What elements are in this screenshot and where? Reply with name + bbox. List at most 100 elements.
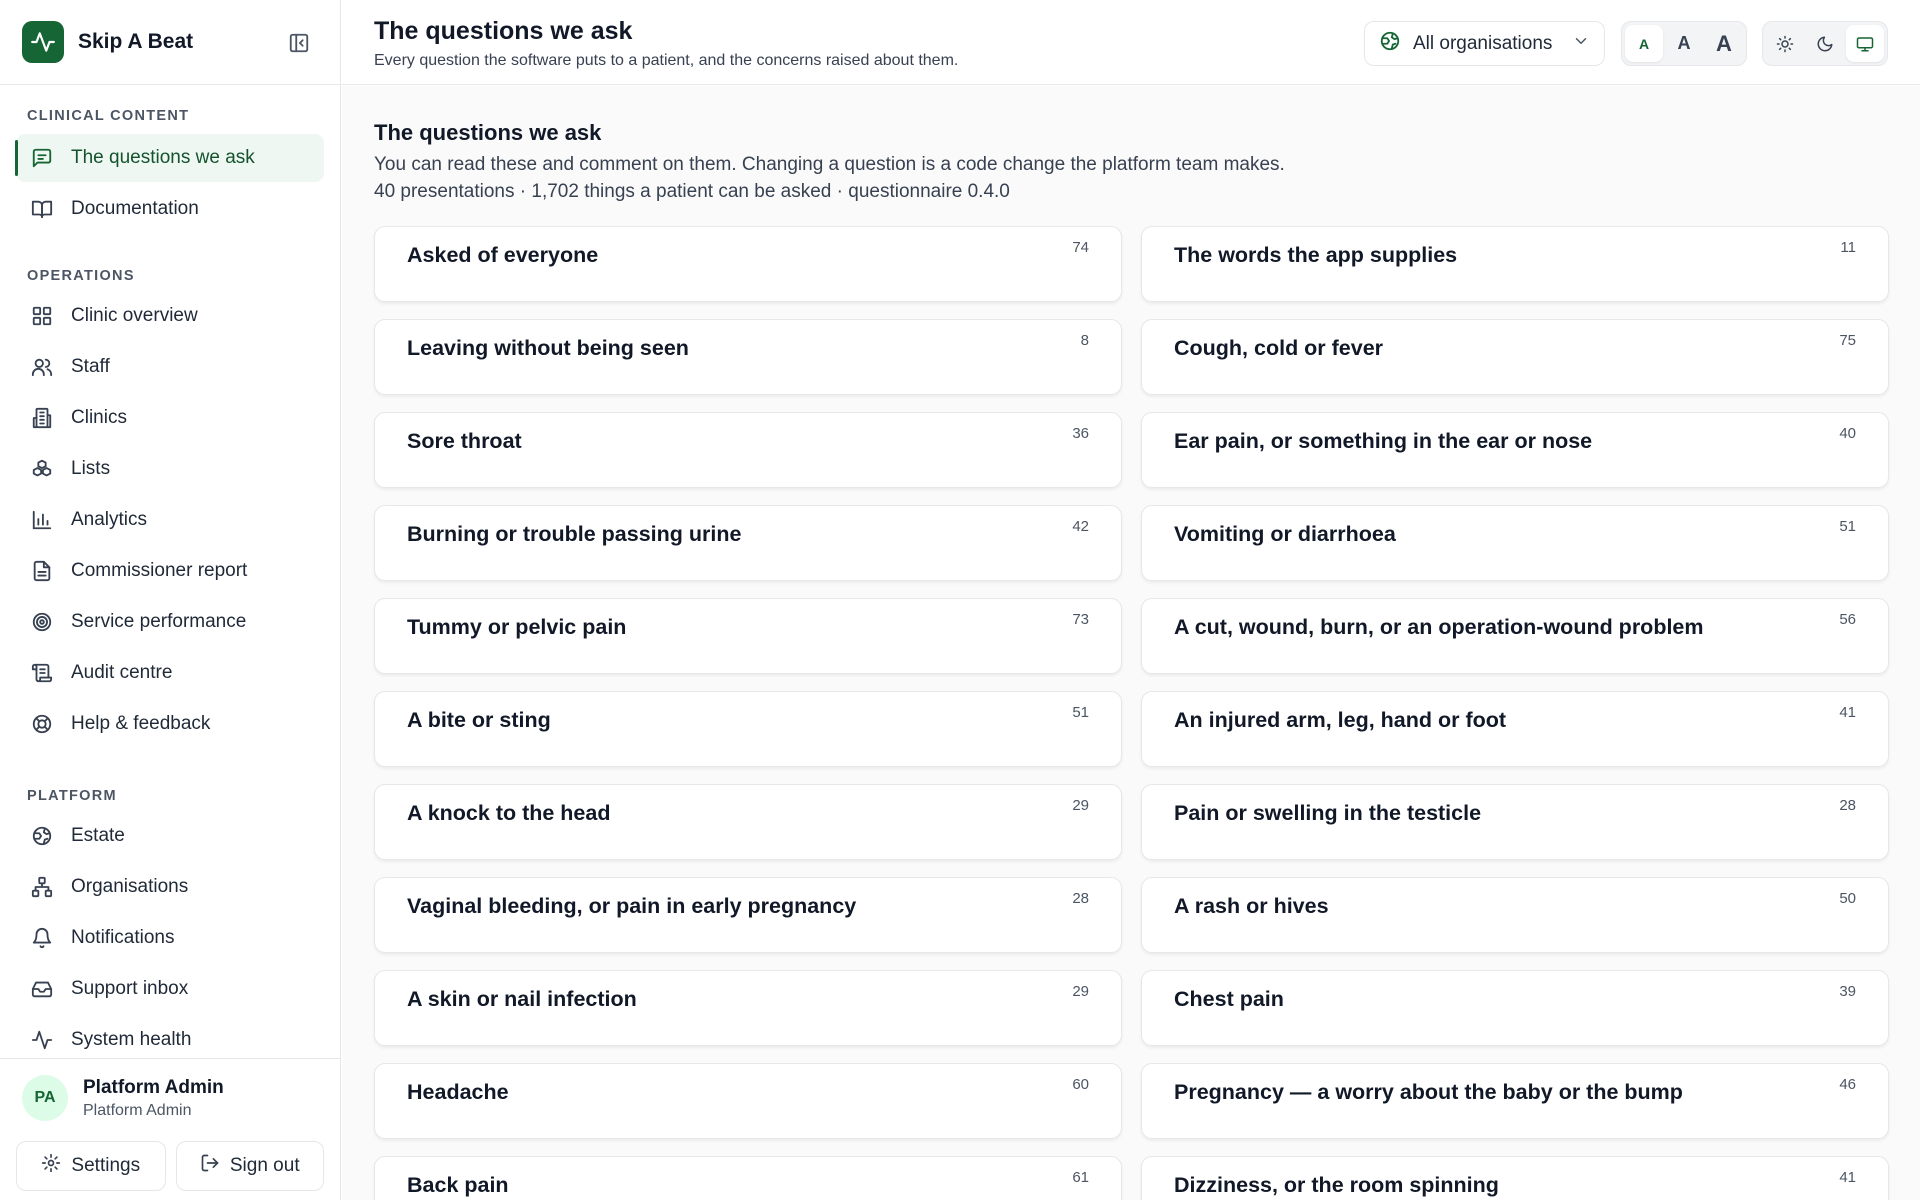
presentation-card-count: 61 — [1072, 1169, 1089, 1186]
sidebar-item-service-performance[interactable]: Service performance — [16, 598, 324, 646]
presentation-card[interactable]: Back pain 61 — [374, 1156, 1122, 1200]
presentation-card[interactable]: A cut, wound, burn, or an operation-woun… — [1141, 598, 1889, 674]
sidebar-item-estate[interactable]: Estate — [16, 812, 324, 860]
presentation-card-title: The words the app supplies — [1174, 243, 1458, 267]
sidebar-item-lists[interactable]: Lists — [16, 445, 324, 493]
sidebar-nav: CLINICAL CONTENT The questions we ask Do… — [0, 86, 340, 1058]
file-text-icon — [30, 559, 54, 583]
presentation-card-count: 51 — [1072, 704, 1089, 721]
sidebar-item-analytics[interactable]: Analytics — [16, 496, 324, 544]
sign-out-button[interactable]: Sign out — [175, 1141, 324, 1191]
presentation-card[interactable]: Asked of everyone 74 — [374, 226, 1122, 302]
bell-icon — [30, 926, 54, 950]
section-label-operations: OPERATIONS — [27, 268, 135, 284]
users-icon — [30, 355, 54, 379]
section-title: The questions we ask — [374, 120, 602, 145]
presentation-card[interactable]: Vaginal bleeding, or pain in early pregn… — [374, 877, 1122, 953]
sidebar-item-label: The questions we ask — [71, 147, 255, 168]
sidebar-collapse-icon[interactable] — [286, 30, 312, 56]
globe-icon — [1379, 30, 1401, 58]
gear-icon — [41, 1153, 61, 1179]
sidebar-item-clinics[interactable]: Clinics — [16, 394, 324, 442]
sidebar-item-staff[interactable]: Staff — [16, 343, 324, 391]
presentation-card[interactable]: Chest pain 39 — [1141, 970, 1889, 1046]
organisation-select[interactable]: All organisations — [1364, 21, 1605, 66]
sidebar-item-clinic-overview[interactable]: Clinic overview — [16, 292, 324, 340]
presentation-card-title: Pain or swelling in the testicle — [1174, 801, 1482, 825]
presentation-card[interactable]: Tummy or pelvic pain 73 — [374, 598, 1122, 674]
presentation-card-count: 46 — [1839, 1076, 1856, 1093]
presentation-card[interactable]: A knock to the head 29 — [374, 784, 1122, 860]
sidebar-item-system-health[interactable]: System health — [16, 1016, 324, 1058]
sidebar-item-label: Help & feedback — [71, 713, 211, 734]
presentation-card[interactable]: Burning or trouble passing urine 42 — [374, 505, 1122, 581]
sidebar-item-label: Notifications — [71, 927, 175, 948]
presentation-card[interactable]: Leaving without being seen 8 — [374, 319, 1122, 395]
presentation-card[interactable]: A bite or sting 51 — [374, 691, 1122, 767]
sidebar-item-label: Lists — [71, 458, 111, 479]
presentation-card-count: 11 — [1840, 239, 1856, 256]
sun-icon[interactable] — [1766, 25, 1804, 62]
presentation-card[interactable]: A skin or nail infection 29 — [374, 970, 1122, 1046]
sidebar: Skip A Beat CLINICAL CONTENT The questio… — [0, 0, 341, 1200]
text-size-medium-button[interactable]: A — [1665, 25, 1703, 62]
presentation-card-count: 56 — [1839, 611, 1856, 628]
presentation-card-count: 40 — [1839, 425, 1856, 442]
message-square-icon — [30, 146, 54, 170]
sidebar-item-commissioner-report[interactable]: Commissioner report — [16, 547, 324, 595]
presentation-card[interactable]: Sore throat 36 — [374, 412, 1122, 488]
presentation-card-count: 8 — [1080, 332, 1089, 349]
section-stats: 40 presentations · 1,702 things a patien… — [374, 181, 1010, 202]
section-description: You can read these and comment on them. … — [374, 154, 1285, 175]
presentation-card[interactable]: Pregnancy — a worry about the baby or th… — [1141, 1063, 1889, 1139]
presentation-card[interactable]: A rash or hives 50 — [1141, 877, 1889, 953]
presentation-card[interactable]: An injured arm, leg, hand or foot 41 — [1141, 691, 1889, 767]
sign-out-label: Sign out — [229, 1155, 300, 1176]
monitor-icon[interactable] — [1846, 25, 1884, 62]
presentation-card-title: Sore throat — [407, 429, 522, 453]
sidebar-item-questions[interactable]: The questions we ask — [15, 134, 324, 182]
presentation-card-count: 41 — [1839, 704, 1856, 721]
presentation-card-title: Dizziness, or the room spinning — [1174, 1173, 1499, 1197]
sidebar-item-support-inbox[interactable]: Support inbox — [16, 965, 324, 1013]
presentation-card-count: 51 — [1839, 518, 1856, 535]
presentation-card[interactable]: Headache 60 — [374, 1063, 1122, 1139]
presentation-card-title: Vomiting or diarrhoea — [1174, 522, 1396, 546]
presentation-card-title: Leaving without being seen — [407, 336, 689, 360]
grid-icon — [30, 304, 54, 328]
presentation-card-count: 36 — [1072, 425, 1089, 442]
presentation-card-count: 29 — [1072, 983, 1089, 1000]
presentation-card[interactable]: Dizziness, or the room spinning 41 — [1141, 1156, 1889, 1200]
boxes-icon — [30, 457, 54, 481]
text-size-small-button[interactable]: A — [1625, 25, 1663, 62]
sidebar-item-notifications[interactable]: Notifications — [16, 914, 324, 962]
top-bar: The questions we ask Every question the … — [342, 0, 1920, 85]
sidebar-item-documentation[interactable]: Documentation — [16, 185, 324, 233]
presentation-card-title: Tummy or pelvic pain — [407, 615, 627, 639]
moon-icon[interactable] — [1806, 25, 1844, 62]
presentation-card-title: A knock to the head — [407, 801, 611, 825]
presentation-card-count: 39 — [1839, 983, 1856, 1000]
sidebar-item-help-feedback[interactable]: Help & feedback — [16, 700, 324, 748]
text-size-large-button[interactable]: A — [1705, 25, 1743, 62]
presentation-card-count: 29 — [1072, 797, 1089, 814]
heartbeat-icon[interactable] — [22, 21, 64, 63]
app-name: Skip A Beat — [78, 30, 194, 53]
sidebar-item-organisations[interactable]: Organisations — [16, 863, 324, 911]
sidebar-item-label: Documentation — [71, 198, 199, 219]
building-icon — [30, 406, 54, 430]
section-label-platform: PLATFORM — [27, 788, 117, 804]
presentation-grid: Asked of everyone 74 The words the app su… — [374, 226, 1889, 1200]
inbox-icon — [30, 977, 54, 1001]
presentation-card[interactable]: The words the app supplies 11 — [1141, 226, 1889, 302]
main-content: The questions we ask You can read these … — [342, 86, 1920, 1200]
page-title: The questions we ask — [374, 17, 633, 45]
presentation-card[interactable]: Ear pain, or something in the ear or nos… — [1141, 412, 1889, 488]
presentation-card[interactable]: Pain or swelling in the testicle 28 — [1141, 784, 1889, 860]
sidebar-item-audit-centre[interactable]: Audit centre — [16, 649, 324, 697]
settings-button[interactable]: Settings — [16, 1141, 166, 1191]
sidebar-footer: PA Platform Admin Platform Admin Setting… — [0, 1058, 340, 1200]
presentation-card[interactable]: Vomiting or diarrhoea 51 — [1141, 505, 1889, 581]
presentation-card[interactable]: Cough, cold or fever 75 — [1141, 319, 1889, 395]
chevron-down-icon — [1572, 32, 1590, 56]
